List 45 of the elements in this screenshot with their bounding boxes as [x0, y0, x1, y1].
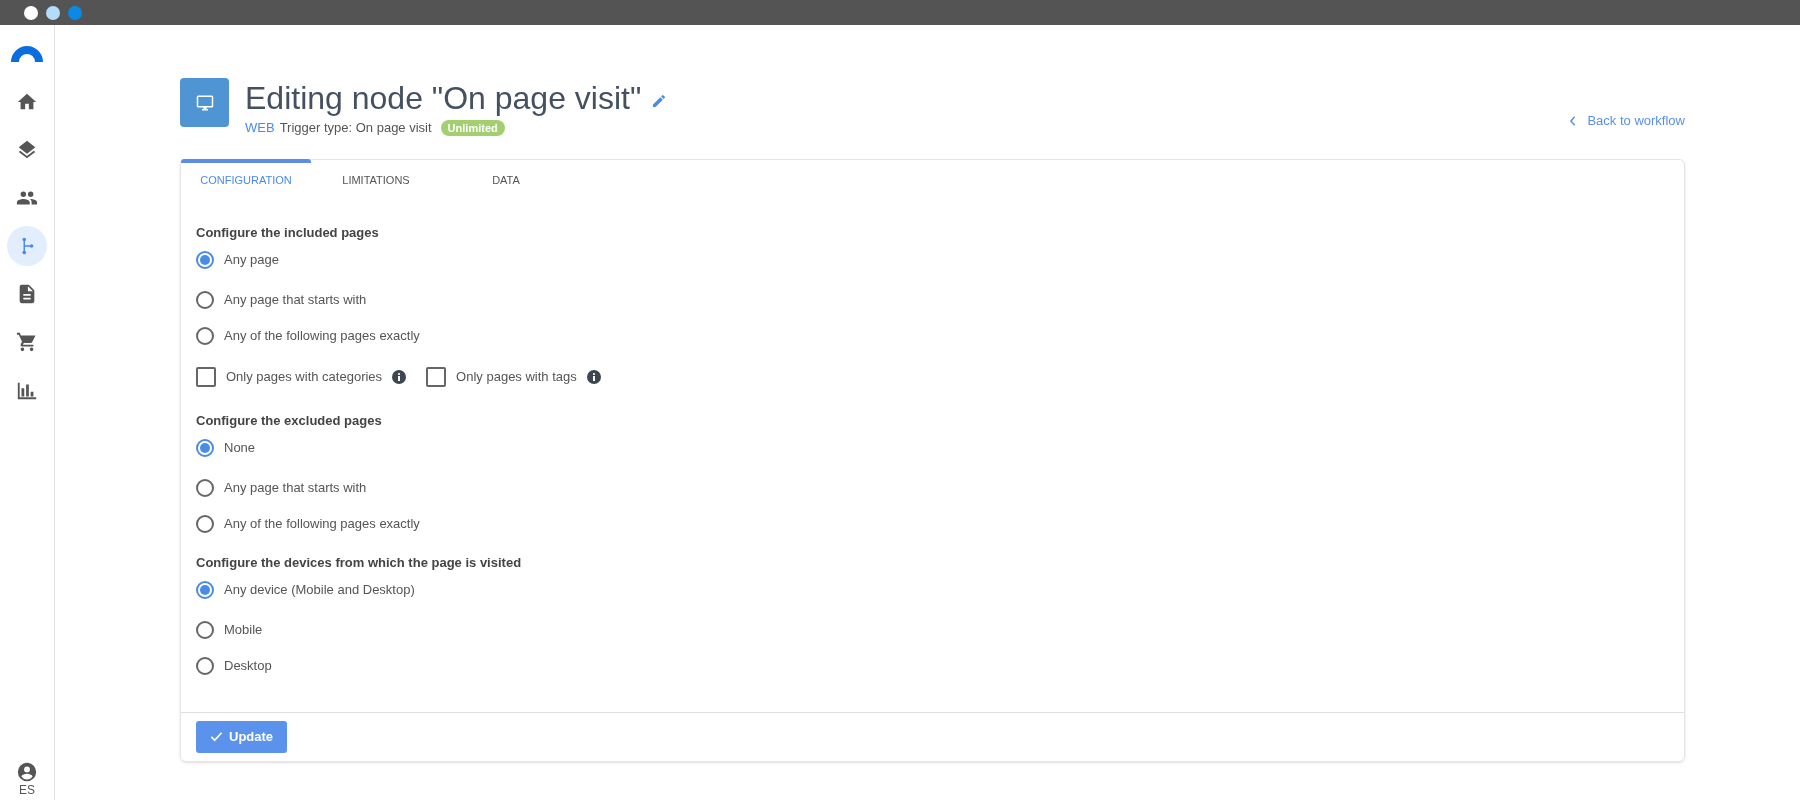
info-icon[interactable] [586, 369, 601, 384]
section-heading: Configure the devices from which the page is visited [196, 553, 523, 572]
channel-link[interactable]: WEB [245, 118, 275, 138]
checkbox-label: Only pages with tags [456, 367, 577, 386]
back-to-workflow-link[interactable]: Back to workflow [1569, 111, 1685, 131]
radio-button[interactable] [196, 656, 214, 675]
radio-label: None [224, 438, 256, 457]
cart-icon [16, 331, 38, 353]
radio-label: Any page that starts with [224, 478, 367, 497]
info-icon[interactable] [392, 369, 407, 384]
tab[interactable]: CONFIGURATION [181, 159, 311, 202]
user-avatar-icon[interactable] [16, 761, 38, 783]
radio-label: Any of the following pages exactly [224, 326, 420, 345]
unlimited-badge: Unlimited [440, 119, 505, 136]
radio-label: Any page that starts with [224, 290, 367, 309]
tab[interactable]: DATA [441, 159, 571, 202]
page-title: Editing node "On page visit" [245, 79, 642, 118]
radio-button[interactable] [196, 438, 214, 457]
radio-button[interactable] [196, 326, 214, 345]
trigger-type-text: Trigger type: On page visit [279, 119, 432, 137]
radio-button[interactable] [196, 620, 214, 639]
check-icon [210, 730, 223, 743]
radio-label: Any device (Mobile and Desktop) [224, 580, 415, 599]
radio-label: Desktop [224, 656, 272, 675]
radio-button[interactable] [196, 514, 214, 533]
checkbox-label: Only pages with categories [226, 367, 383, 386]
radio-label: Any page [224, 250, 279, 269]
checkbox[interactable] [196, 366, 216, 387]
pencil-icon[interactable] [651, 93, 668, 109]
tab[interactable]: LIMITATIONS [311, 159, 441, 202]
radio-button[interactable] [196, 478, 214, 497]
user-initials: ES [19, 783, 35, 797]
layers-icon [16, 139, 38, 161]
update-button[interactable]: Update [196, 720, 288, 753]
checkbox[interactable] [426, 366, 447, 387]
section-heading: Configure the included pages [196, 223, 380, 242]
monitor-icon [195, 93, 214, 112]
radio-button[interactable] [196, 250, 214, 269]
radio-label: Mobile [224, 620, 263, 639]
section-heading: Configure the excluded pages [196, 411, 383, 430]
chevron-left-icon [1569, 115, 1578, 126]
radio-button[interactable] [196, 290, 214, 309]
radio-label: Any of the following pages exactly [224, 514, 420, 533]
logo-icon [11, 46, 43, 62]
radio-button[interactable] [196, 580, 214, 599]
